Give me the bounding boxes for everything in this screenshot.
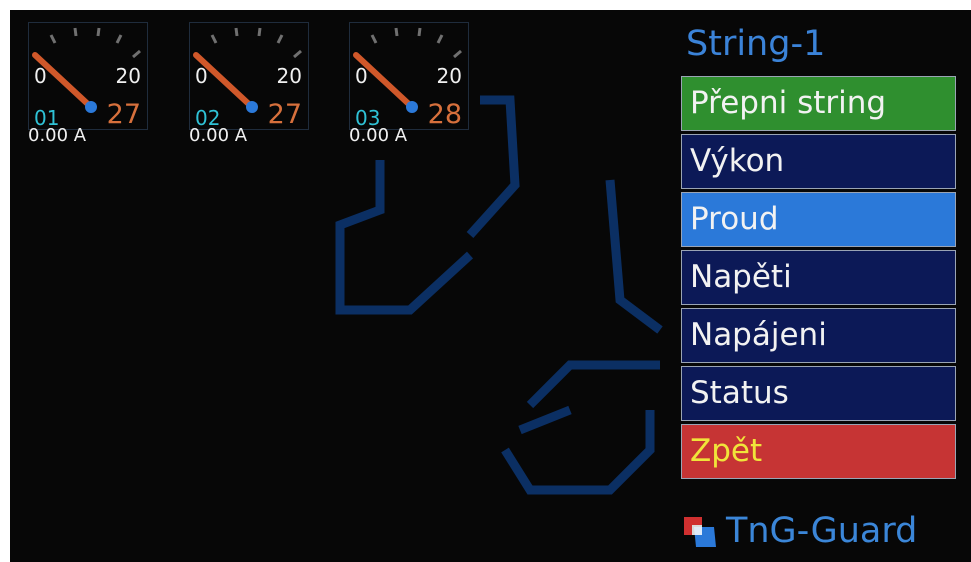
menu-item-voltage[interactable]: Napěti [681, 250, 956, 305]
gauge-min-label: 0 [355, 64, 368, 88]
gauge-value: 27 [106, 99, 141, 130]
gauge-value: 28 [427, 99, 462, 130]
menu-item-current[interactable]: Proud [681, 192, 956, 247]
tng-guard-logo-icon [684, 517, 716, 547]
menu-item-supply[interactable]: Napájeni [681, 308, 956, 363]
menu-item-power[interactable]: Výkon [681, 134, 956, 189]
current-reading: 0.00 A [189, 125, 248, 146]
current-reading: 0.00 A [28, 125, 87, 146]
gauge-max-label: 20 [115, 64, 141, 88]
brand-name: TnG-Guard [726, 511, 918, 551]
device-screen: 0 20 01 27 0.00 A 0 20 02 27 0.00 A 0 20… [10, 10, 971, 562]
gauge-max-label: 20 [436, 64, 462, 88]
gauge-max-label: 20 [276, 64, 302, 88]
current-gauge-02: 0 20 02 27 [189, 22, 309, 130]
menu-title: String-1 [686, 24, 826, 64]
menu-item-switch-string[interactable]: Přepni string [681, 76, 956, 131]
menu-item-back[interactable]: Zpět [681, 424, 956, 479]
current-gauge-03: 0 20 03 28 [349, 22, 469, 130]
menu-item-status[interactable]: Status [681, 366, 956, 421]
gauge-value: 27 [267, 99, 302, 130]
side-menu: Přepni string Výkon Proud Napěti Napájen… [681, 76, 956, 482]
current-gauge-01: 0 20 01 27 [28, 22, 148, 130]
gauge-min-label: 0 [195, 64, 208, 88]
current-reading: 0.00 A [349, 125, 408, 146]
gauge-min-label: 0 [34, 64, 47, 88]
